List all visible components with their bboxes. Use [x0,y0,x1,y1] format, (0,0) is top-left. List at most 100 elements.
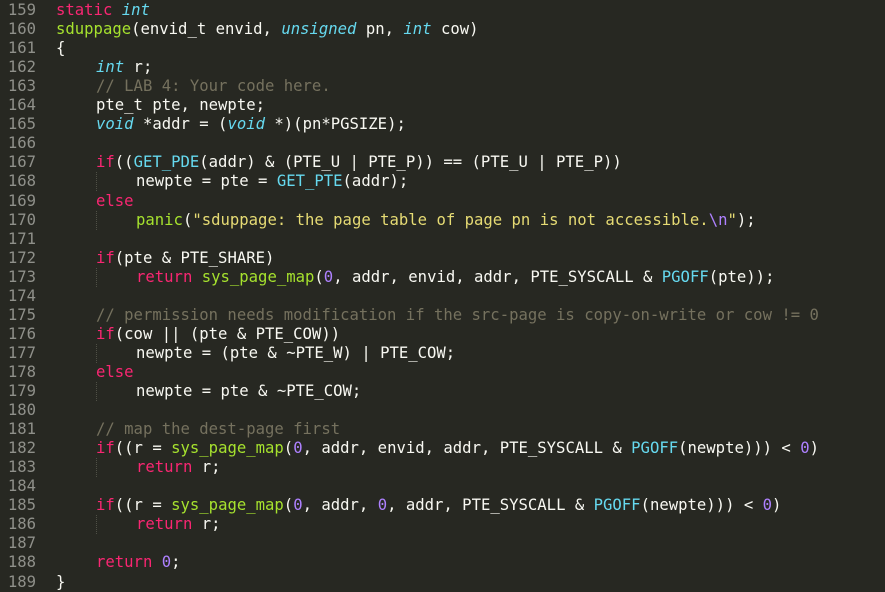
code-line[interactable]: 177 newpte = (pte & ~PTE_W) | PTE_COW; [0,343,885,363]
line-number: 189 [7,572,36,591]
code-line[interactable]: 186 return r; [0,515,885,535]
code-text[interactable]: void *addr = (void *)(pn*PGSIZE); [96,115,406,134]
token-kw: if [96,439,115,458]
code-text[interactable]: newpte = (pte & ~PTE_W) | PTE_COW; [136,344,455,363]
line-number: 169 [7,191,36,210]
code-line[interactable]: 170 panic("sduppage: the page table of pa… [0,210,885,230]
line-number: 172 [7,248,36,267]
code-line[interactable]: 189} [0,573,885,592]
code-text[interactable]: newpte = pte = GET_PTE(addr); [136,172,408,191]
token-num: 0 [293,439,303,458]
code-text[interactable]: return sys_page_map(0, addr, envid, addr… [136,268,774,287]
code-line[interactable]: 178 else [0,363,885,382]
token-plain: r; [124,58,153,77]
line-number: 175 [7,305,36,324]
token-str: "sduppage: the page table of page pn is … [192,210,709,229]
token-plain: ( [283,496,294,515]
code-line[interactable]: 168 newpte = pte = GET_PTE(addr); [0,172,885,192]
code-line[interactable]: 183 return r; [0,458,885,478]
token-num: 0 [152,553,172,572]
token-plain: pn, [356,20,404,39]
code-line[interactable]: 179 newpte = pte & ~PTE_COW; [0,382,885,401]
line-number: 159 [7,1,36,19]
code-line[interactable]: 169 else [0,192,885,211]
code-line[interactable]: 165 void *addr = (void *)(pn*PGSIZE); [0,115,885,134]
code-line[interactable]: 187 [0,534,885,553]
token-num: 0 [293,496,303,515]
code-line[interactable]: 185 if((r = sys_page_map(0, addr, 0, addr… [0,496,885,515]
code-text[interactable]: return r; [136,515,221,534]
token-fn: sys_page_map [171,496,284,515]
code-line[interactable]: 162 int r; [0,58,885,77]
token-kw: else [96,362,134,381]
code-text[interactable]: // map the dest-page first [96,420,340,439]
code-line[interactable]: 163 // LAB 4: Your code here. [0,77,885,96]
token-esc: \n [708,210,728,229]
token-plain: (( [114,153,134,172]
token-plain: ((r = [114,496,172,515]
token-plain: (cow || (pte & PTE_COW)) [114,324,341,343]
code-text[interactable]: return 0; [96,553,181,572]
line-number: 174 [7,286,36,305]
code-text[interactable]: if((GET_PDE(addr) & (PTE_U | PTE_P)) == … [96,153,622,172]
code-line[interactable]: 159 static int [0,1,885,20]
code-text[interactable]: return r; [136,458,221,477]
code-line[interactable]: 161 { [0,39,885,58]
code-line[interactable]: 176 if(cow || (pte & PTE_COW)) [0,325,885,344]
line-number: 185 [7,496,36,515]
code-line[interactable]: 174 [0,287,885,306]
token-plain: (addr); [342,172,409,191]
code-editor[interactable]: 159 static int 160 sduppage(envid_t envid, … [0,0,885,592]
code-line[interactable]: 180 [0,401,885,420]
token-fn: sys_page_map [171,439,284,458]
code-text[interactable]: if(cow || (pte & PTE_COW)) [96,325,340,344]
token-kw: return [136,515,193,534]
code-text[interactable]: sduppage(envid_t envid, unsigned pn, int… [56,20,479,39]
code-text[interactable]: else [96,363,134,382]
line-number: 188 [7,553,36,572]
code-line[interactable]: 160 sduppage(envid_t envid, unsigned pn, … [0,20,885,39]
line-number: 167 [7,153,36,172]
token-plain: , addr, envid, addr, PTE_SYSCALL & [333,267,662,286]
code-line[interactable]: 181 // map the dest-page first [0,420,885,439]
code-text[interactable]: newpte = pte & ~PTE_COW; [136,382,361,401]
code-line[interactable]: 167 if((GET_PDE(addr) & (PTE_U | PTE_P)) … [0,153,885,172]
token-com: // permission needs modification if the … [96,305,819,324]
line-number: 160 [7,20,36,39]
code-text[interactable]: panic("sduppage: the page table of page … [136,211,756,230]
code-text[interactable]: if((r = sys_page_map(0, addr, 0, addr, P… [96,496,781,515]
token-num: 0 [762,496,773,515]
code-text[interactable]: static int [56,1,150,20]
token-fn: sduppage [56,20,132,39]
code-text[interactable]: { [56,39,65,58]
code-line[interactable]: 173 return sys_page_map(0, addr, envid, a… [0,267,885,287]
token-plain: newpte = (pte & ~PTE_W) | PTE_COW; [136,343,456,362]
code-line[interactable]: 184 [0,477,885,496]
code-line[interactable]: 171 [0,230,885,249]
code-line[interactable]: 166 [0,134,885,153]
code-text[interactable]: else [96,192,134,211]
code-text[interactable]: pte_t pte, newpte; [96,96,265,115]
code-line[interactable]: 182 if((r = sys_page_map(0, addr, envid, … [0,439,885,458]
indent-guide [96,343,97,363]
code-line[interactable]: 164 pte_t pte, newpte; [0,96,885,115]
token-kw: if [96,248,115,267]
code-line[interactable]: 172 if(pte & PTE_SHARE) [0,249,885,268]
code-text[interactable]: // permission needs modification if the … [96,306,819,325]
token-kw: return [96,553,153,572]
line-number: 161 [7,39,36,58]
line-number: 162 [7,58,36,77]
token-plain: ( [182,210,193,229]
code-line[interactable]: 188 return 0; [0,553,885,572]
code-text[interactable]: // LAB 4: Your code here. [96,77,331,96]
code-text[interactable]: int r; [96,58,152,77]
line-number: 183 [7,458,36,477]
token-plain: (pte & PTE_SHARE) [114,248,275,267]
code-text[interactable]: if((r = sys_page_map(0, addr, envid, add… [96,439,819,458]
code-text[interactable]: } [56,573,65,592]
token-plain: ) [809,439,819,458]
code-text[interactable]: if(pte & PTE_SHARE) [96,249,274,268]
token-plain: ( [283,439,294,458]
code-line[interactable]: 175 // permission needs modification if t… [0,306,885,325]
